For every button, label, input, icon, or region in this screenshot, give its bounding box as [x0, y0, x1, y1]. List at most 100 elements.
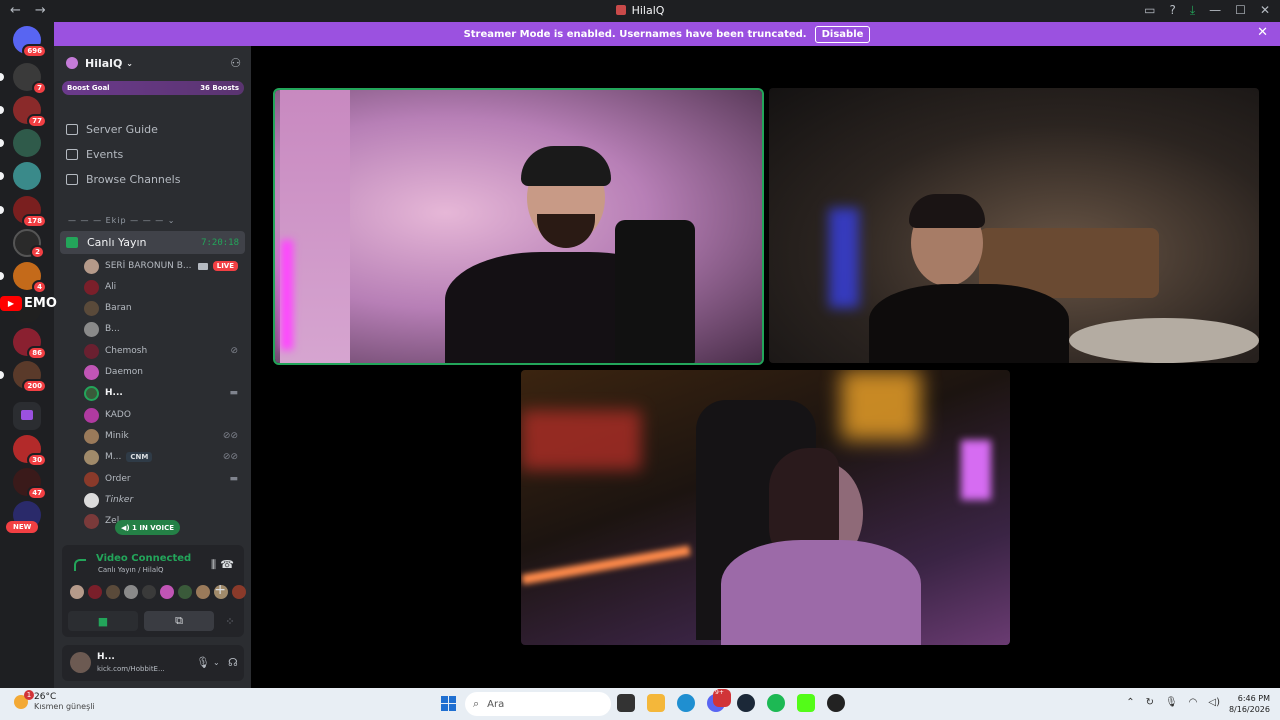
- avatar: [84, 258, 99, 274]
- guild-icon[interactable]: 77: [13, 96, 47, 128]
- voice-member[interactable]: Order ▬: [84, 470, 244, 488]
- boost-goal-bar[interactable]: Boost Goal 36 Boosts: [62, 81, 244, 95]
- avatar[interactable]: [142, 585, 156, 599]
- maximize-button[interactable]: ☐: [1235, 3, 1246, 18]
- avatar[interactable]: [160, 585, 174, 599]
- start-button[interactable]: [441, 696, 456, 711]
- category-ekip[interactable]: — — — Ekip — — — ⌄: [68, 216, 176, 225]
- in-voice-pill[interactable]: ◀) 1 IN VOICE: [115, 520, 181, 535]
- signal-icon[interactable]: [74, 559, 86, 571]
- video-tile[interactable]: [521, 370, 1010, 645]
- avatar[interactable]: [106, 585, 120, 599]
- guild-icon[interactable]: 200: [13, 361, 47, 393]
- avatar: [84, 321, 99, 337]
- minimize-button[interactable]: —: [1209, 3, 1221, 18]
- steam-icon[interactable]: [737, 694, 755, 712]
- screen-share-icon: ⧉: [175, 614, 183, 627]
- voice-member[interactable]: Chemosh ⊘: [84, 342, 244, 360]
- video-tile[interactable]: [769, 88, 1259, 363]
- inbox-icon[interactable]: ▭: [1144, 3, 1155, 18]
- headphones-icon[interactable]: ☊: [228, 656, 238, 669]
- screen-share-button[interactable]: ⧉: [144, 611, 214, 631]
- window-titlebar: ← → HilalQ ▭ ? ⤓ — ☐ ✕: [0, 0, 1280, 22]
- folder-glyph: [21, 410, 33, 420]
- kick-icon[interactable]: [797, 694, 815, 712]
- guild-icon[interactable]: [13, 162, 41, 190]
- voice-member[interactable]: SERİ BARONUN B... LIVE: [84, 257, 244, 275]
- avatar: [84, 428, 99, 444]
- folder-icon[interactable]: [13, 402, 41, 430]
- rug-shape: [1069, 318, 1259, 363]
- add-participant-button[interactable]: +: [214, 582, 226, 598]
- invite-icon[interactable]: ⚇: [230, 56, 241, 70]
- guild-icon[interactable]: 7: [13, 63, 47, 95]
- download-icon[interactable]: ⤓: [1190, 3, 1195, 18]
- help-icon[interactable]: ?: [1169, 3, 1175, 18]
- avatar[interactable]: [196, 585, 210, 599]
- noise-suppression-icon[interactable]: ⫼: [211, 558, 216, 572]
- voice-member[interactable]: Baran: [84, 299, 244, 317]
- volume-icon[interactable]: ◁): [1208, 697, 1220, 708]
- clock[interactable]: 6:46 PM 8/16/2026: [1229, 693, 1270, 715]
- events-link[interactable]: Events: [66, 145, 123, 163]
- guild-icon[interactable]: [13, 129, 41, 157]
- voice-member[interactable]: M... CNM ⊘⊘: [84, 448, 244, 466]
- weather-widget[interactable]: 1 26°C Kısmen güneşli: [14, 689, 95, 711]
- file-explorer-icon[interactable]: [647, 694, 665, 712]
- sync-icon[interactable]: ↻: [1146, 697, 1154, 708]
- muted-icon: ⊘⊘: [222, 452, 238, 462]
- app-icon[interactable]: [827, 694, 845, 712]
- video-tile[interactable]: [273, 88, 764, 365]
- avatar[interactable]: [178, 585, 192, 599]
- server-header[interactable]: HilalQ ⌄ ⚇: [54, 46, 251, 80]
- activities-button[interactable]: ⁘: [220, 611, 240, 631]
- voice-member[interactable]: Daemon: [84, 363, 244, 381]
- chevron-up-icon[interactable]: ⌃: [1126, 697, 1134, 708]
- activities-icon: ⁘: [225, 614, 235, 628]
- avatar[interactable]: [70, 585, 84, 599]
- microphone-icon[interactable]: 🎙: [196, 656, 210, 669]
- username[interactable]: H...: [97, 652, 115, 662]
- avatar: [84, 300, 99, 316]
- speaker-icon: ◀): [121, 523, 130, 532]
- microphone-icon[interactable]: 🎙: [1165, 697, 1178, 708]
- voice-member[interactable]: Minik ⊘⊘: [84, 427, 244, 445]
- video-stage: [251, 46, 1280, 688]
- server-guide-link[interactable]: Server Guide: [66, 120, 158, 138]
- voice-member[interactable]: B...: [84, 320, 244, 338]
- task-view-icon[interactable]: [617, 694, 635, 712]
- close-icon[interactable]: ✕: [1257, 25, 1268, 40]
- guild-icon[interactable]: 86: [13, 328, 47, 360]
- voice-location[interactable]: Canlı Yayın / HilalQ: [98, 566, 164, 574]
- server-icon: [615, 5, 626, 15]
- voice-channel-canli-yayin[interactable]: Canlı Yayın 7:20:18: [60, 231, 245, 254]
- avatar[interactable]: [124, 585, 138, 599]
- voice-member[interactable]: H... ▬: [84, 384, 244, 402]
- close-button[interactable]: ✕: [1260, 3, 1270, 18]
- voice-member[interactable]: KADO: [84, 406, 244, 424]
- search-box[interactable]: ⌕ Ara: [465, 692, 611, 716]
- voice-member[interactable]: Ali: [84, 278, 244, 296]
- voice-member[interactable]: Tinker: [84, 491, 244, 509]
- guild-icon[interactable]: 4: [13, 262, 47, 294]
- disable-button[interactable]: Disable: [814, 25, 871, 43]
- home-button[interactable]: 696: [13, 26, 47, 58]
- spotify-icon[interactable]: [767, 694, 785, 712]
- edge-icon[interactable]: [677, 694, 695, 712]
- guild-icon[interactable]: 178: [13, 196, 47, 228]
- disconnect-icon[interactable]: ☎: [220, 558, 234, 571]
- guild-icon[interactable]: 2: [13, 229, 45, 259]
- wifi-icon[interactable]: ◠: [1189, 697, 1198, 708]
- chevron-down-icon[interactable]: ⌄: [213, 658, 220, 667]
- camera-toggle-button[interactable]: ■: [68, 611, 138, 631]
- avatar[interactable]: [88, 585, 102, 599]
- guild-icon[interactable]: 30: [13, 435, 47, 467]
- discord-icon[interactable]: 9+: [707, 689, 731, 712]
- camera-icon: ▬: [229, 388, 238, 398]
- guild-icon[interactable]: 47: [13, 468, 47, 500]
- avatar[interactable]: [70, 652, 91, 673]
- channel-sidebar: HilalQ ⌄ ⚇ Boost Goal 36 Boosts Server G…: [54, 46, 283, 688]
- speaker-icon: [66, 237, 78, 248]
- browse-channels-link[interactable]: Browse Channels: [66, 170, 180, 188]
- avatar[interactable]: [232, 585, 246, 599]
